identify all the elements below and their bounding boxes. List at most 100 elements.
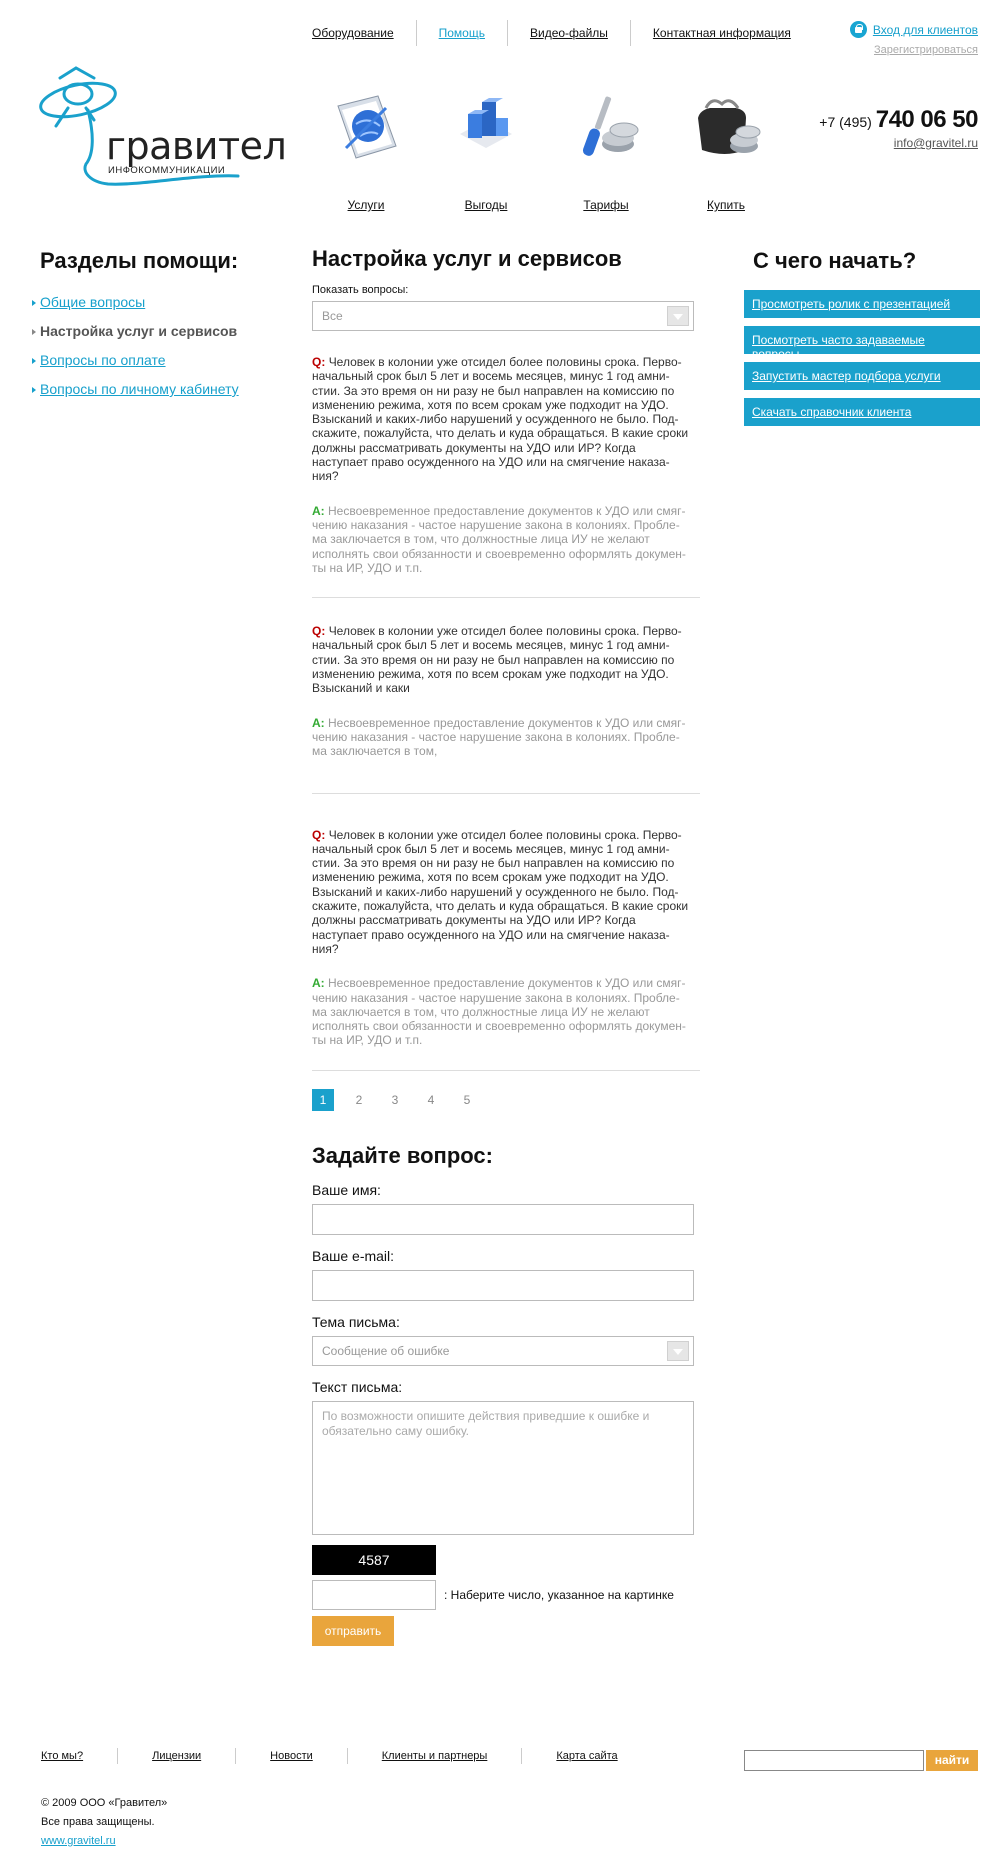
filter-select-value: Все [322, 309, 343, 323]
question-marker: Q: [312, 624, 326, 639]
start-link-presentation[interactable]: Просмотреть ролик с презентацией [744, 290, 980, 318]
start-link-wizard[interactable]: Запустить мастер подбора услуги [744, 362, 980, 390]
nav-contacts[interactable]: Контактная информация [631, 20, 813, 46]
document-globe-icon [337, 95, 397, 159]
copyright: © 2009 ООО «Гравител» [41, 1797, 168, 1809]
page-4[interactable]: 4 [420, 1089, 442, 1111]
help-section-item[interactable]: Общие вопросы [32, 294, 292, 310]
filter-label: Показать вопросы: [312, 284, 409, 296]
start-block: С чего начать? Просмотреть ролик с презе… [744, 248, 980, 434]
start-link-handbook[interactable]: Скачать справочник клиента [744, 398, 980, 426]
help-section-settings: Настройка услуг и сервисов [40, 323, 238, 339]
help-section-payment[interactable]: Вопросы по оплате [40, 352, 166, 368]
page-5[interactable]: 5 [456, 1089, 478, 1111]
feature-services[interactable]: Услуги [306, 88, 426, 212]
form-title: Задайте вопрос: [312, 1142, 493, 1168]
feature-tariffs[interactable]: Тарифы [546, 88, 666, 212]
chevron-down-icon[interactable] [667, 1340, 689, 1361]
captcha-input[interactable] [312, 1579, 436, 1610]
logo[interactable]: гравител ИНФОКОММУНИКАЦИИ [38, 64, 287, 194]
email-label: Ваше e-mail: [312, 1247, 395, 1264]
qa-item: Q: Человек в колонии уже отсидел более п… [312, 828, 700, 1071]
client-login-link[interactable]: Вход для клиентов [873, 23, 978, 37]
footer-about[interactable]: Кто мы? [30, 1748, 119, 1764]
question-body: Человек в колонии уже отсидел более поло… [312, 624, 682, 696]
footer-nav: Кто мы? Лицензии Новости Клиенты и партн… [30, 1748, 652, 1764]
chevron-down-icon[interactable] [667, 306, 689, 326]
rights: Все права защищены. [41, 1816, 155, 1828]
answer-text: A: Несвоевременное предоставление докуме… [312, 716, 692, 759]
question-marker: Q: [312, 827, 326, 842]
site-link[interactable]: www.gravitel.ru [41, 1835, 116, 1847]
start-link-faq[interactable]: Посмотреть часто задаваемые вопросы [744, 326, 980, 361]
main-content: Настройка услуг и сервисов Показать вопр… [312, 246, 700, 1646]
footer-sitemap[interactable]: Карта сайта [522, 1748, 651, 1764]
answer-body: Несвоевременное предоставление документо… [312, 715, 686, 759]
captcha-hint: : Наберите число, указанное на картинке [444, 1587, 674, 1602]
email-field[interactable] [312, 1269, 694, 1301]
subject-select-value: Сообщение об ошибке [322, 1343, 450, 1358]
feature-benefits-label[interactable]: Выгоды [426, 198, 546, 212]
pagination: 1 2 3 4 5 [312, 1088, 700, 1111]
captcha-row: : Наберите число, указанное на картинке [312, 1579, 700, 1610]
login-block: Вход для клиентов Зарегистрироваться [849, 21, 978, 56]
page-3[interactable]: 3 [384, 1089, 406, 1111]
nav-help[interactable]: Помощь [417, 20, 508, 46]
feature-benefits[interactable]: Выгоды [426, 88, 546, 212]
help-sections-title: Разделы помощи: [40, 248, 239, 273]
logo-subtitle: ИНФОКОММУНИКАЦИИ [108, 165, 226, 176]
phone-code: +7 (495) [819, 114, 872, 130]
help-sections: Разделы помощи: Общие вопросы Настройка … [32, 248, 292, 410]
help-section-item[interactable]: Вопросы по личному кабинету [32, 381, 292, 397]
message-label: Текст письма: [312, 1378, 403, 1395]
subject-select[interactable]: Сообщение об ошибке [312, 1335, 694, 1366]
copyright-block: © 2009 ООО «Гравител» Все права защищены… [41, 1794, 167, 1851]
feature-tariffs-label[interactable]: Тарифы [546, 198, 666, 212]
question-text: Q: Человек в колонии уже отсидел более п… [312, 828, 692, 957]
question-marker: Q: [312, 355, 326, 369]
start-title: С чего начать? [753, 248, 917, 273]
footer-news[interactable]: Новости [236, 1748, 348, 1764]
qa-item: Q: Человек в колонии уже отсидел более п… [312, 355, 700, 599]
email-link[interactable]: info@gravitel.ru [819, 136, 978, 150]
question-form: Задайте вопрос: Ваше имя: Ваше e-mail: Т… [312, 1143, 700, 1646]
message-textarea[interactable]: По возможности опишите действия приведши… [312, 1400, 694, 1535]
footer-clients[interactable]: Клиенты и партнеры [348, 1748, 523, 1764]
blue-cubes-icon [460, 98, 512, 148]
name-field[interactable] [312, 1203, 694, 1235]
answer-marker: A: [312, 976, 325, 991]
question-body: Человек в колонии уже отсидел более поло… [312, 355, 689, 484]
page-2[interactable]: 2 [348, 1089, 370, 1111]
wallet-coins-icon [698, 99, 761, 154]
name-label: Ваше имя: [312, 1181, 381, 1198]
footer-search: найти [744, 1750, 978, 1771]
filter-select[interactable]: Все [312, 301, 694, 331]
footer-licenses[interactable]: Лицензии [118, 1748, 237, 1764]
answer-text: A: Несвоевременное предоставление докуме… [312, 976, 692, 1047]
question-body: Человек в колонии уже отсидел более поло… [312, 827, 689, 956]
help-section-general[interactable]: Общие вопросы [40, 294, 145, 310]
answer-body: Несвоевременное предоставление документо… [312, 503, 686, 575]
qa-item: Q: Человек в колонии уже отсидел более п… [312, 624, 700, 794]
help-section-item[interactable]: Вопросы по оплате [32, 352, 292, 368]
feature-links: Услуги Выгоды Тарифы Купить [306, 88, 786, 212]
captcha-image: 4587 [312, 1544, 436, 1575]
nav-equipment[interactable]: Оборудование [300, 20, 417, 46]
help-section-account[interactable]: Вопросы по личному кабинету [40, 381, 239, 397]
search-input[interactable] [744, 1750, 924, 1771]
lock-icon [849, 21, 867, 38]
feature-buy[interactable]: Купить [666, 88, 786, 212]
contact-block: +7 (495) 740 06 50 info@gravitel.ru [819, 106, 978, 150]
question-text: Q: Человек в колонии уже отсидел более п… [312, 624, 692, 695]
top-nav: Оборудование Помощь Видео-файлы Контактн… [300, 20, 813, 46]
page-1[interactable]: 1 [312, 1088, 334, 1111]
register-link[interactable]: Зарегистрироваться [850, 44, 978, 56]
subject-label: Тема письма: [312, 1313, 400, 1330]
search-button[interactable]: найти [926, 1750, 978, 1771]
submit-button[interactable]: отправить [312, 1615, 394, 1646]
answer-body: Несвоевременное предоставление документо… [312, 976, 686, 1048]
feature-services-label[interactable]: Услуги [306, 198, 426, 212]
feature-buy-label[interactable]: Купить [666, 198, 786, 212]
phone-number: 740 06 50 [875, 106, 979, 133]
nav-video[interactable]: Видео-файлы [508, 20, 631, 46]
